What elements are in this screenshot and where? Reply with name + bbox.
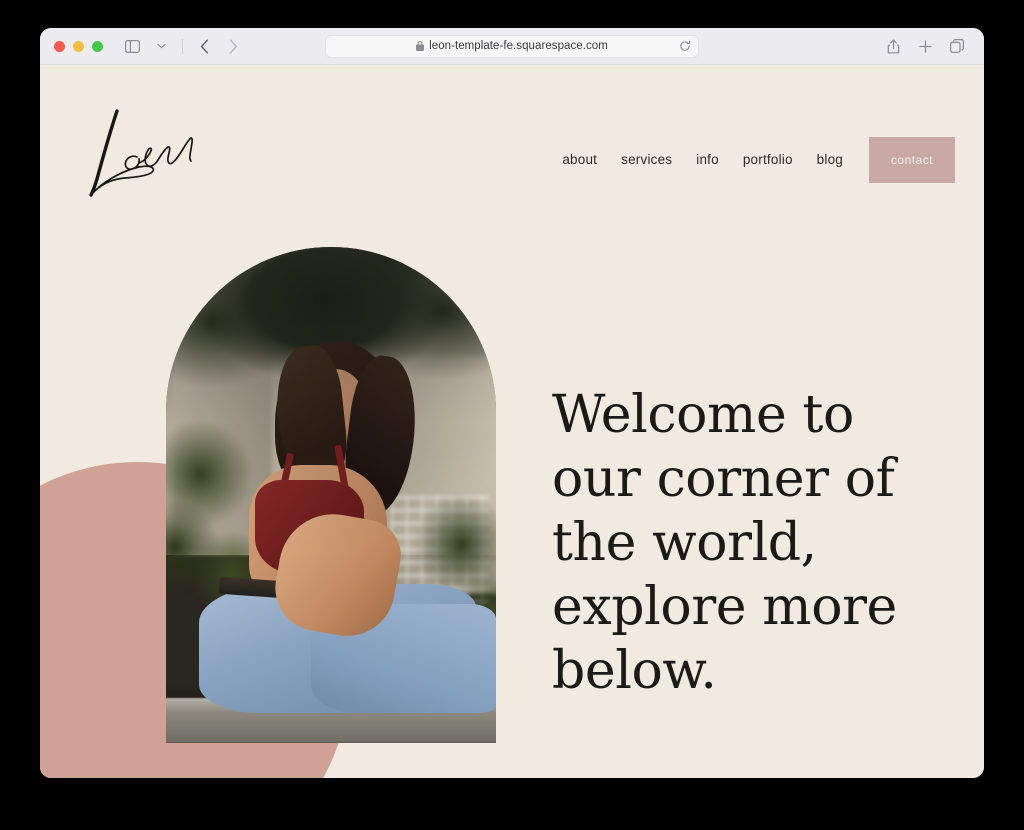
hero-photo	[166, 247, 496, 743]
nav-item-info[interactable]: info	[684, 137, 731, 183]
site-header: about services info portfolio blog conta…	[40, 65, 984, 215]
browser-toolbar: leon-template-fe.squarespace.com	[40, 28, 984, 65]
url-text: leon-template-fe.squarespace.com	[429, 40, 608, 52]
nav-item-blog[interactable]: blog	[805, 137, 855, 183]
hero-headline: Welcome to our corner of the world, expl…	[552, 385, 897, 701]
traffic-lights	[54, 40, 103, 52]
lock-icon	[416, 41, 425, 51]
toolbar-divider	[182, 38, 183, 54]
sidebar-icon[interactable]	[119, 33, 145, 59]
tab-overview-icon[interactable]	[944, 33, 970, 59]
nav-item-services[interactable]: services	[609, 137, 684, 183]
toolbar-right-controls	[880, 33, 970, 59]
hero-arch-image	[166, 247, 496, 743]
photo-figure	[166, 247, 496, 743]
maximize-window-button[interactable]	[92, 40, 103, 52]
minimize-window-button[interactable]	[73, 40, 84, 52]
forward-arrow-icon[interactable]	[220, 33, 246, 59]
reload-icon[interactable]	[679, 40, 691, 52]
back-arrow-icon[interactable]	[191, 33, 217, 59]
nav-item-portfolio[interactable]: portfolio	[731, 137, 805, 183]
browser-window: leon-template-fe.squarespace.com about s…	[40, 28, 984, 778]
nav-item-about[interactable]: about	[550, 137, 609, 183]
toolbar-left-controls	[119, 33, 246, 59]
site-navigation: about services info portfolio blog conta…	[550, 137, 955, 183]
chevron-down-icon[interactable]	[148, 33, 174, 59]
close-window-button[interactable]	[54, 40, 65, 52]
plus-icon[interactable]	[912, 33, 938, 59]
address-bar[interactable]: leon-template-fe.squarespace.com	[325, 34, 699, 58]
share-icon[interactable]	[880, 33, 906, 59]
webpage-content: about services info portfolio blog conta…	[40, 65, 984, 778]
contact-button[interactable]: contact	[869, 137, 955, 183]
site-logo[interactable]	[73, 105, 243, 205]
